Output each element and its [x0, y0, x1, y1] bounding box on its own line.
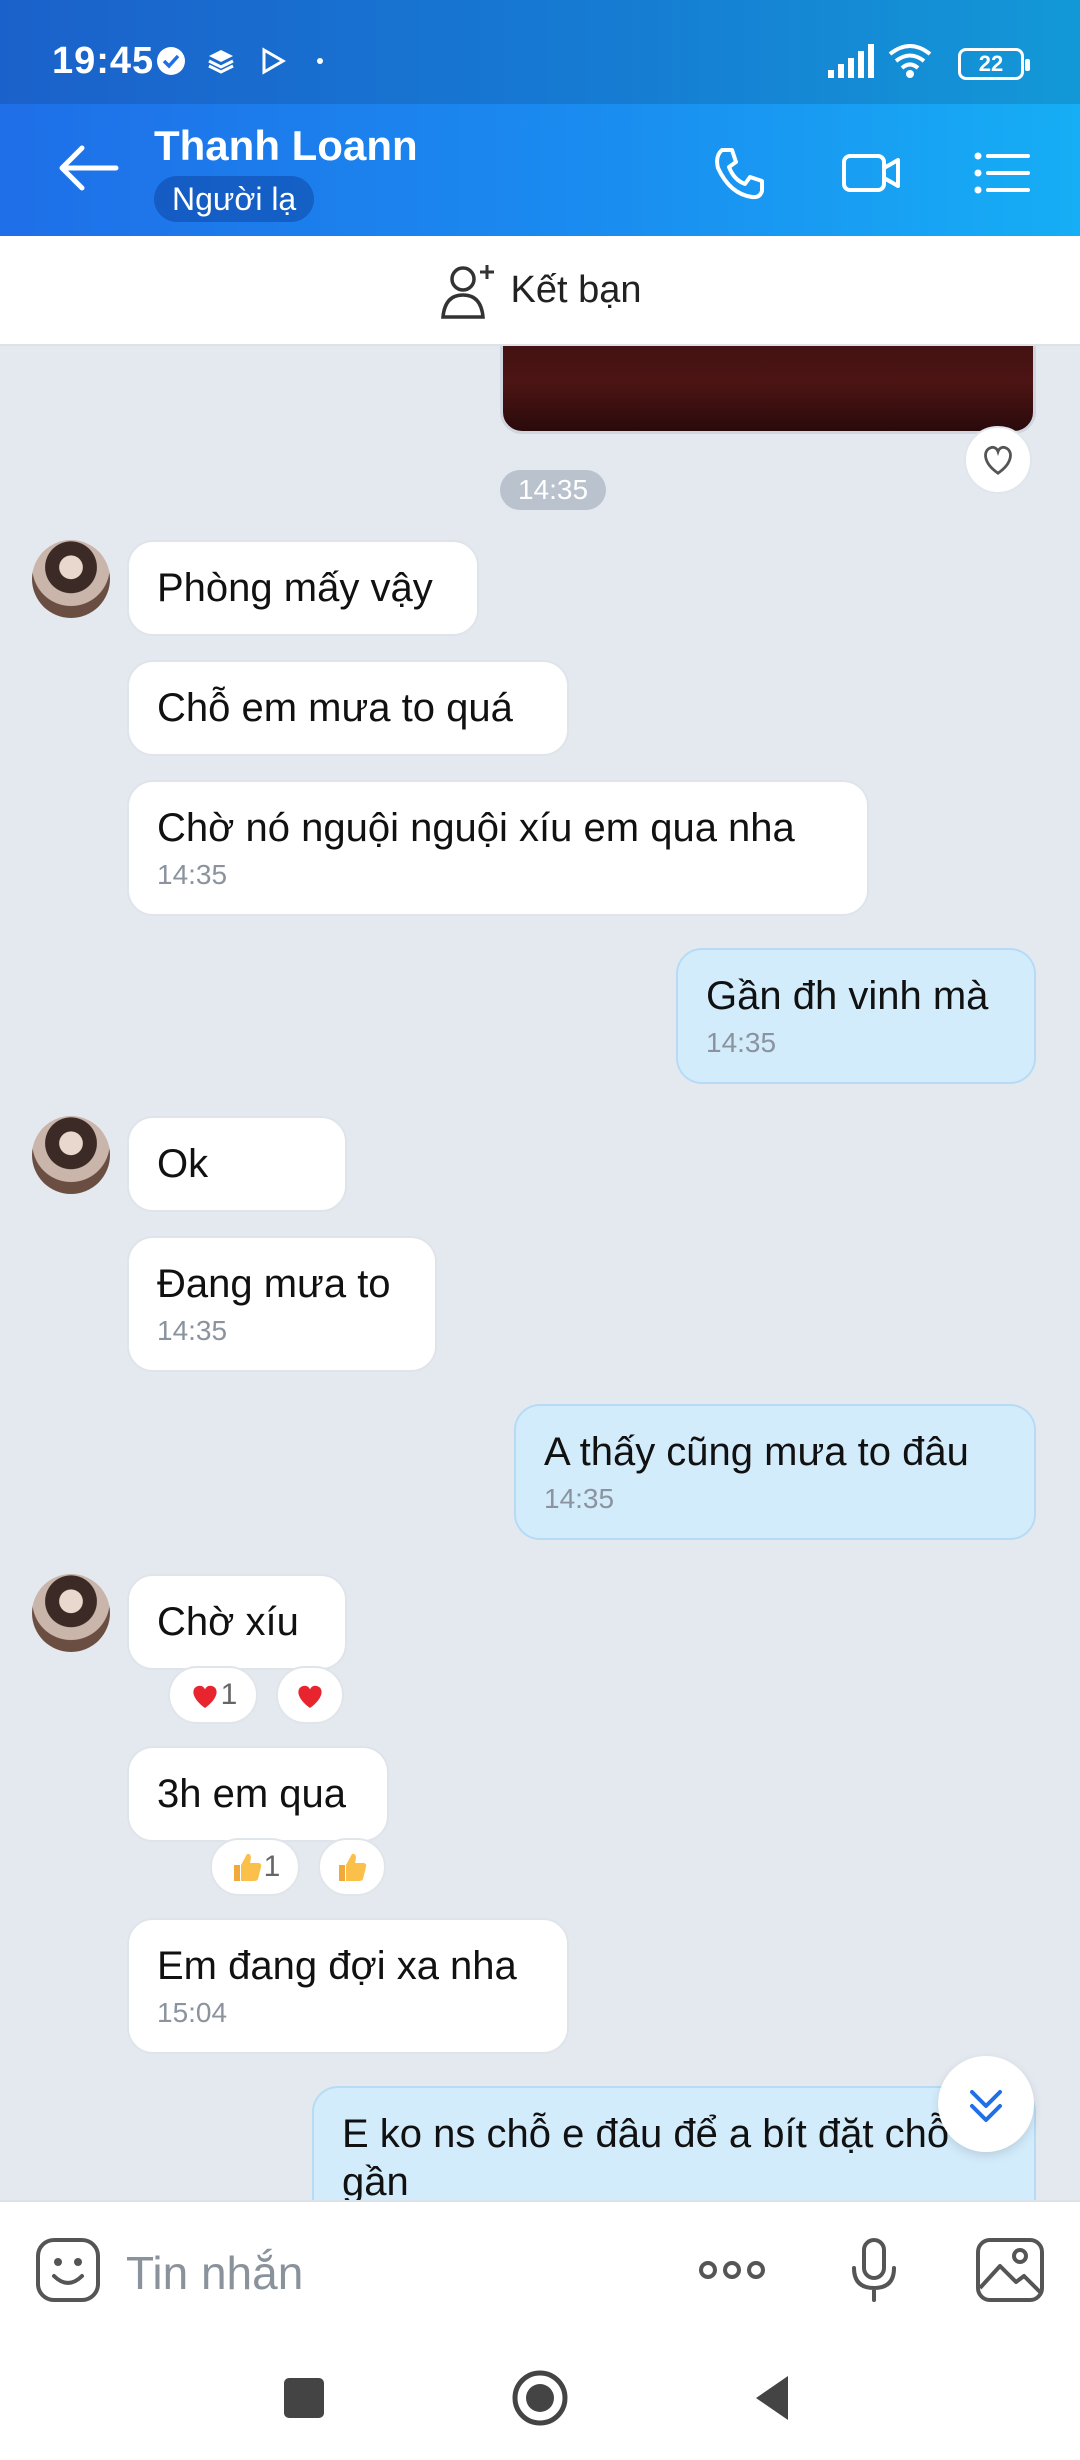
like-heart-button[interactable]: [964, 426, 1032, 494]
avatar[interactable]: [32, 1574, 110, 1652]
message-time: 14:35: [544, 1483, 615, 1514]
menu-list-icon[interactable]: [966, 138, 1036, 208]
more-options-icon[interactable]: [694, 2232, 770, 2308]
recent-apps-icon[interactable]: [272, 2366, 336, 2430]
wifi-icon: [888, 44, 932, 78]
microphone-icon[interactable]: [836, 2232, 912, 2308]
avatar[interactable]: [32, 1116, 110, 1194]
signal-icon: [828, 44, 874, 78]
message-text: Chỗ em mưa to quá: [157, 686, 513, 730]
add-friend-icon: [440, 265, 494, 319]
message-time: 14:35: [157, 1315, 228, 1346]
message-bubble[interactable]: Gần đh vinh mà 14:35: [676, 948, 1036, 1084]
image-gallery-icon[interactable]: [972, 2232, 1048, 2308]
system-nav-bar: [0, 2336, 1080, 2460]
image-message[interactable]: [500, 346, 1036, 434]
react-button[interactable]: [318, 1838, 386, 1896]
add-friend-label: Kết bạn: [510, 268, 642, 311]
back-nav-icon[interactable]: [742, 2366, 806, 2430]
message-bubble[interactable]: Chỗ em mưa to quá: [127, 660, 569, 756]
message-bubble[interactable]: Phòng mấy vậy: [127, 540, 479, 636]
message-bubble[interactable]: A thấy cũng mưa to đâu 14:35: [514, 1404, 1036, 1540]
reaction-summary[interactable]: 1: [210, 1838, 300, 1896]
message-text: Em đang đợi xa nha: [157, 1944, 517, 1988]
phone-call-icon[interactable]: [704, 138, 774, 208]
time-separator: 14:35: [500, 470, 606, 510]
thumbs-up-icon: [233, 1853, 261, 1881]
message-bubble[interactable]: Ok: [127, 1116, 347, 1212]
message-input-bar: Tin nhắn: [0, 2200, 1080, 2336]
message-text: Phòng mấy vậy: [157, 566, 433, 610]
message-text: Chờ xíu: [157, 1600, 299, 1644]
message-time: 14:35: [157, 859, 228, 890]
message-bubble[interactable]: 3h em qua: [127, 1746, 389, 1842]
message-text: A thấy cũng mưa to đâu: [544, 1430, 969, 1474]
message-bubble[interactable]: Em đang đợi xa nha 15:04: [127, 1918, 569, 2054]
reaction-count: 1: [220, 1678, 238, 1711]
message-text: Ok: [157, 1142, 209, 1186]
message-text: Gần đh vinh mà: [706, 974, 989, 1018]
back-arrow-icon[interactable]: [52, 140, 122, 196]
react-button[interactable]: [276, 1666, 344, 1724]
battery-indicator: 22: [958, 48, 1030, 80]
sticker-emoji-icon[interactable]: [30, 2232, 106, 2308]
heart-reaction-icon: [298, 1685, 322, 1708]
thumbs-up-icon: [339, 1853, 367, 1881]
contact-name[interactable]: Thanh Loann: [154, 122, 418, 170]
message-bubble[interactable]: Chờ nó nguội nguội xíu em qua nha 14:35: [127, 780, 869, 916]
status-bar: 19:45 22: [0, 0, 1080, 104]
scroll-down-button[interactable]: [938, 2056, 1034, 2152]
message-input[interactable]: Tin nhắn: [126, 2246, 303, 2300]
dot-icon: [317, 58, 323, 64]
message-time: 14:35: [706, 1027, 777, 1058]
stranger-badge: Người lạ: [154, 176, 315, 222]
message-bubble[interactable]: E ko ns chỗ e đâu để a bít đặt chỗ gần: [312, 2086, 1036, 2200]
message-list[interactable]: 14:35 Phòng mấy vậy Chỗ em mưa to quá Ch…: [0, 346, 1080, 2200]
avatar[interactable]: [32, 540, 110, 618]
message-bubble[interactable]: Chờ xíu: [127, 1574, 347, 1670]
message-text: 3h em qua: [157, 1772, 347, 1816]
home-icon[interactable]: [508, 2366, 572, 2430]
header-bar: 19:45 22 Thanh Loann Người lạ: [0, 0, 1080, 236]
layers-icon: [208, 50, 234, 74]
message-time: 15:04: [157, 1997, 228, 2028]
message-text: E ko ns chỗ e đâu để a bít đặt chỗ gần: [342, 2112, 950, 2200]
message-bubble[interactable]: Đang mưa to 14:35: [127, 1236, 437, 1372]
verified-check-icon: [157, 47, 185, 75]
heart-reaction-icon: [193, 1685, 217, 1708]
reaction-summary[interactable]: 1: [168, 1666, 258, 1724]
message-text: Đang mưa to: [157, 1262, 391, 1306]
add-friend-button[interactable]: Kết bạn: [0, 236, 1080, 346]
video-call-icon[interactable]: [836, 138, 906, 208]
reaction-count: 1: [263, 1850, 281, 1883]
status-time: 19:45: [52, 40, 155, 82]
play-store-icon: [262, 47, 286, 75]
message-text: Chờ nó nguội nguội xíu em qua nha: [157, 806, 795, 850]
